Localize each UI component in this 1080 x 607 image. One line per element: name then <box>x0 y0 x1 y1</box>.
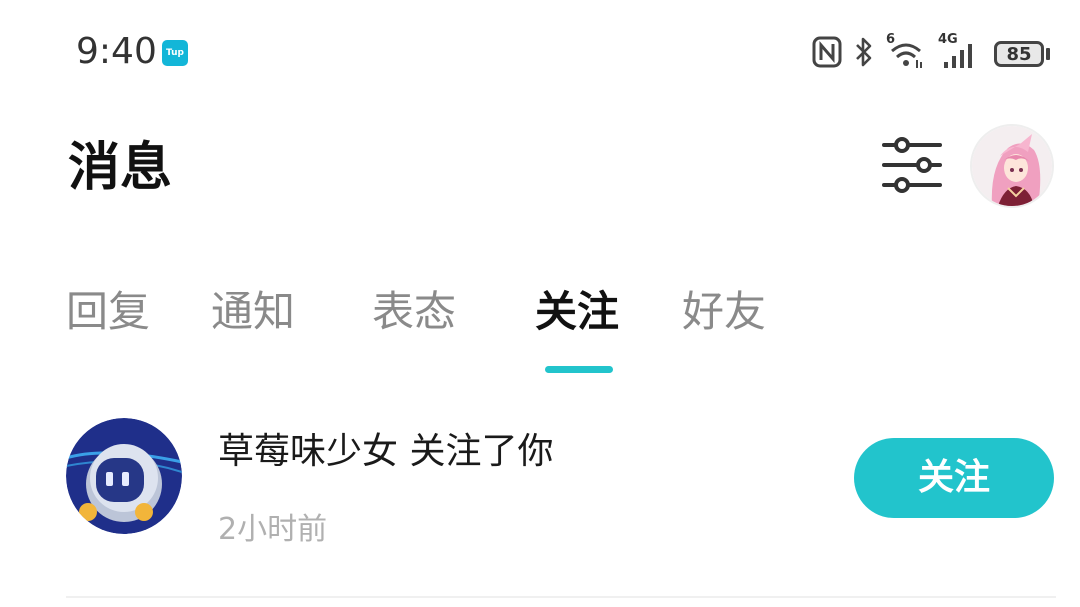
4g-signal-icon: 4G <box>938 32 982 70</box>
battery-icon: 85 <box>994 41 1050 67</box>
filter-settings-button[interactable] <box>880 135 944 195</box>
tab-notifications[interactable]: 通知 <box>211 286 295 338</box>
bluetooth-icon <box>854 36 874 72</box>
user-avatar[interactable] <box>66 418 182 534</box>
nfc-icon <box>812 36 842 72</box>
status-icons: 6 4G 85 <box>812 32 1050 74</box>
battery-cap <box>1046 48 1050 60</box>
notification-text: 草莓味少女 关注了你 <box>218 431 554 472</box>
list-item[interactable]: 草莓味少女 关注了你 2小时前 关注 <box>0 410 1080 598</box>
battery-level: 85 <box>994 41 1044 67</box>
anime-character-avatar-image <box>972 126 1052 206</box>
app-notification-icon: Tup <box>162 40 188 66</box>
status-time: 9:40 <box>76 31 157 72</box>
message-tabs: 回复 通知 表态 关注 好友 <box>0 280 1080 380</box>
tab-replies[interactable]: 回复 <box>66 286 150 338</box>
page-title: 消息 <box>68 138 173 198</box>
active-tab-indicator <box>545 366 613 373</box>
tab-follows[interactable]: 关注 <box>535 286 619 338</box>
my-avatar[interactable] <box>970 124 1054 208</box>
tab-reactions[interactable]: 表态 <box>372 286 456 338</box>
wifi-6-icon: 6 <box>886 32 926 70</box>
divider <box>66 596 1056 598</box>
follow-back-button[interactable]: 关注 <box>854 438 1054 518</box>
notification-time: 2小时前 <box>218 512 328 547</box>
robot-avatar-image <box>66 418 182 534</box>
tab-friends[interactable]: 好友 <box>682 286 766 338</box>
sliders-icon <box>882 137 942 193</box>
